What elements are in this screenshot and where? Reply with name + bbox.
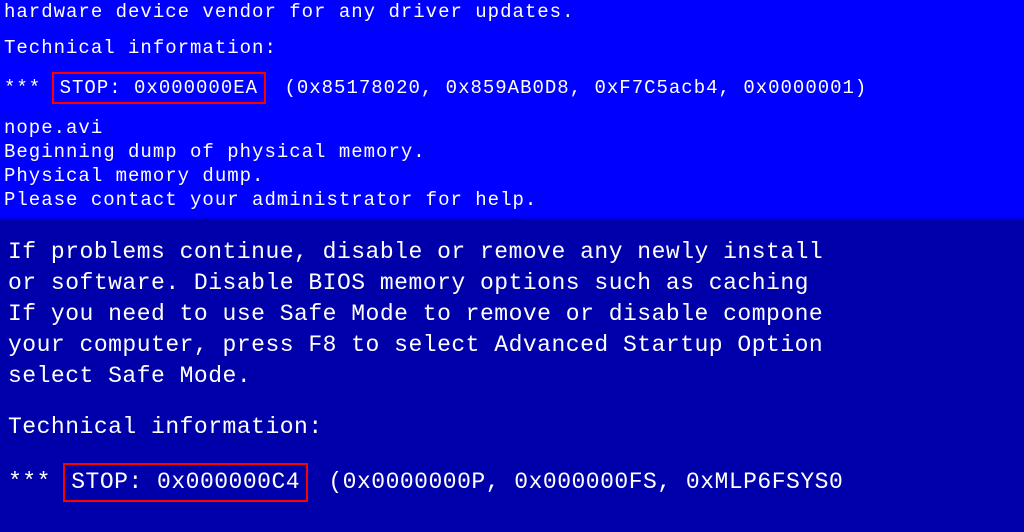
stop-prefix-top: *** <box>4 76 54 100</box>
dump-line-1: Beginning dump of physical memory. <box>4 140 1020 164</box>
stop-params-top: (0x85178020, 0x859AB0D8, 0xF7C5acb4, 0x0… <box>272 76 867 100</box>
bsod-bottom-section: If problems continue, disable or remove … <box>0 219 1024 502</box>
driver-update-line: hardware device vendor for any driver up… <box>4 0 1020 24</box>
dump-line-2: Physical memory dump. <box>4 164 1020 188</box>
bsod-top-section: hardware device vendor for any driver up… <box>0 0 1024 219</box>
instruction-line-3: If you need to use Safe Mode to remove o… <box>8 299 1016 330</box>
stop-code-line-top: *** STOP: 0x000000EA (0x85178020, 0x859A… <box>4 72 1020 104</box>
dump-line-3: Please contact your administrator for he… <box>4 188 1020 212</box>
stop-code-highlight-bottom: STOP: 0x000000C4 <box>63 463 308 502</box>
stop-code-highlight-top: STOP: 0x000000EA <box>52 72 266 104</box>
technical-info-header-bottom: Technical information: <box>8 412 1016 443</box>
technical-info-header-top: Technical information: <box>4 36 1020 60</box>
stop-params-bottom: (0x0000000P, 0x000000FS, 0xMLP6FSYS0 <box>314 467 843 498</box>
stop-code-line-bottom: *** STOP: 0x000000C4 (0x0000000P, 0x0000… <box>8 463 1016 502</box>
instruction-line-1: If problems continue, disable or remove … <box>8 237 1016 268</box>
instruction-line-2: or software. Disable BIOS memory options… <box>8 268 1016 299</box>
crash-file: nope.avi <box>4 116 1020 140</box>
instruction-line-5: select Safe Mode. <box>8 361 1016 392</box>
stop-prefix-bottom: *** <box>8 467 65 498</box>
instruction-line-4: your computer, press F8 to select Advanc… <box>8 330 1016 361</box>
